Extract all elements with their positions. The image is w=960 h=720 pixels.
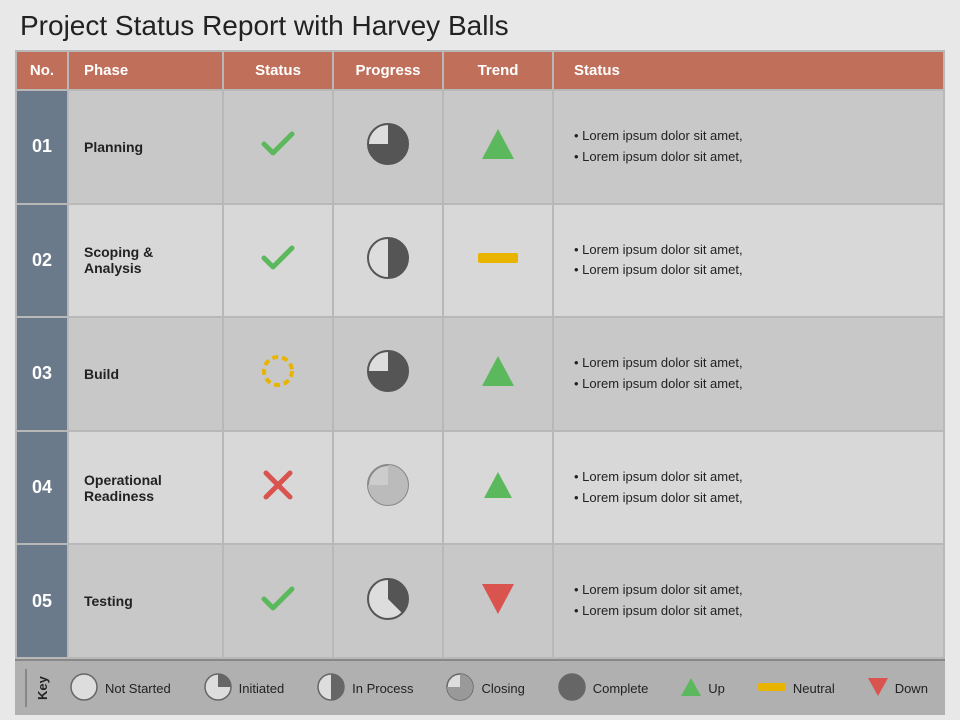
legend-item: Neutral [757,680,835,697]
legend-item: Not Started [69,672,171,705]
legend-icon [867,676,889,701]
row-phase: Testing [68,544,223,658]
page-title: Project Status Report with Harvey Balls [15,10,945,42]
table-row: 02Scoping & Analysis Lorem ipsum dolor s… [16,204,944,318]
legend-icon [69,672,99,705]
col-progress: Progress [333,51,443,90]
status-text-item: Lorem ipsum dolor sit amet, [574,374,935,395]
status-text-item: Lorem ipsum dolor sit amet, [574,147,935,168]
row-no: 02 [16,204,68,318]
legend-icon [445,672,475,705]
status-text-item: Lorem ipsum dolor sit amet, [574,353,935,374]
row-status-text: Lorem ipsum dolor sit amet,Lorem ipsum d… [553,431,944,545]
status-text-item: Lorem ipsum dolor sit amet, [574,260,935,281]
row-no: 04 [16,431,68,545]
row-status-text: Lorem ipsum dolor sit amet,Lorem ipsum d… [553,90,944,204]
legend-bar: Key Not Started Initiated In Process Clo… [15,659,945,715]
legend-items: Not Started Initiated In Process Closing… [62,672,935,705]
table-row: 04Operational Readiness Lorem ipsum dolo… [16,431,944,545]
main-table: No. Phase Status Progress Trend Status 0… [15,50,945,659]
row-trend-icon [443,544,553,658]
row-no: 03 [16,317,68,431]
legend-label: Not Started [105,681,171,696]
status-text-item: Lorem ipsum dolor sit amet, [574,488,935,509]
page: Project Status Report with Harvey Balls … [0,0,960,720]
legend-icon [680,676,702,701]
col-status: Status [223,51,333,90]
legend-icon [203,672,233,705]
row-status-text: Lorem ipsum dolor sit amet,Lorem ipsum d… [553,204,944,318]
row-phase: Build [68,317,223,431]
row-status-icon [223,544,333,658]
row-trend-icon [443,317,553,431]
row-trend-icon [443,204,553,318]
row-status-icon [223,431,333,545]
col-no: No. [16,51,68,90]
row-progress-ball [333,90,443,204]
table-header-row: No. Phase Status Progress Trend Status [16,51,944,90]
row-status-text: Lorem ipsum dolor sit amet,Lorem ipsum d… [553,317,944,431]
legend-item: Down [867,676,928,701]
row-phase: Scoping & Analysis [68,204,223,318]
legend-label: Down [895,681,928,696]
row-progress-ball [333,204,443,318]
row-progress-ball [333,431,443,545]
row-no: 05 [16,544,68,658]
table-row: 03Build Lorem ipsum dolor sit amet,Lorem… [16,317,944,431]
legend-item: In Process [316,672,413,705]
legend-label: In Process [352,681,413,696]
legend-item: Initiated [203,672,285,705]
col-status-text: Status [553,51,944,90]
legend-label: Up [708,681,725,696]
row-status-icon [223,317,333,431]
table-wrap: No. Phase Status Progress Trend Status 0… [15,50,945,659]
status-text-item: Lorem ipsum dolor sit amet, [574,240,935,261]
table-row: 01Planning Lorem ipsum dolor sit amet,Lo… [16,90,944,204]
legend-icon [557,672,587,705]
legend-label: Initiated [239,681,285,696]
row-progress-ball [333,317,443,431]
legend-item: Complete [557,672,649,705]
legend-key-label: Key [25,669,50,707]
legend-label: Complete [593,681,649,696]
row-status-text: Lorem ipsum dolor sit amet,Lorem ipsum d… [553,544,944,658]
row-phase: Planning [68,90,223,204]
row-status-icon [223,90,333,204]
legend-item: Closing [445,672,524,705]
legend-icon [316,672,346,705]
col-phase: Phase [68,51,223,90]
row-progress-ball [333,544,443,658]
row-trend-icon [443,90,553,204]
row-no: 01 [16,90,68,204]
legend-label: Neutral [793,681,835,696]
row-phase: Operational Readiness [68,431,223,545]
status-text-item: Lorem ipsum dolor sit amet, [574,580,935,601]
legend-label: Closing [481,681,524,696]
col-trend: Trend [443,51,553,90]
status-text-item: Lorem ipsum dolor sit amet, [574,601,935,622]
status-text-item: Lorem ipsum dolor sit amet, [574,467,935,488]
row-trend-icon [443,431,553,545]
table-row: 05Testing Lorem ipsum dolor sit amet,Lor… [16,544,944,658]
legend-icon [757,680,787,697]
legend-item: Up [680,676,725,701]
status-text-item: Lorem ipsum dolor sit amet, [574,126,935,147]
row-status-icon [223,204,333,318]
